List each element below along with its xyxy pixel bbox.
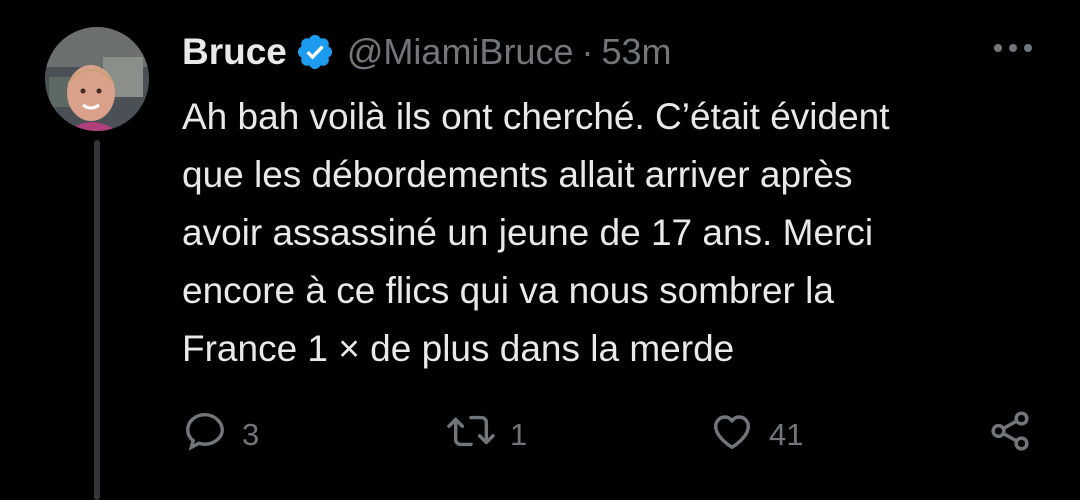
reply-icon: [182, 408, 228, 462]
more-options-icon[interactable]: [990, 36, 1036, 60]
like-count: 41: [769, 417, 804, 452]
verified-badge-icon: [295, 32, 335, 72]
tweet[interactable]: Bruce @MiamiBruce · 53m Ah bah voilà ils…: [0, 0, 1080, 500]
user-handle[interactable]: @MiamiBruce: [347, 31, 574, 73]
like-button[interactable]: 41: [709, 405, 803, 465]
tweet-actions: 3 1 41: [182, 405, 1042, 465]
thread-line: [94, 140, 100, 500]
separator-dot: ·: [581, 31, 594, 72]
retweet-count: 1: [510, 417, 528, 452]
share-button[interactable]: [987, 405, 1033, 465]
avatar[interactable]: [45, 27, 149, 131]
heart-icon: [709, 408, 755, 462]
reply-count: 3: [242, 417, 260, 452]
display-name[interactable]: Bruce: [182, 31, 287, 73]
retweet-button[interactable]: 1: [446, 405, 527, 465]
timestamp[interactable]: 53m: [601, 31, 671, 73]
share-icon: [987, 408, 1033, 462]
retweet-icon: [446, 408, 496, 462]
tweet-text: Ah bah voilà ils ont cherché. C’était év…: [182, 96, 890, 369]
reply-button[interactable]: 3: [182, 405, 259, 465]
tweet-header: Bruce @MiamiBruce · 53m: [182, 28, 672, 76]
